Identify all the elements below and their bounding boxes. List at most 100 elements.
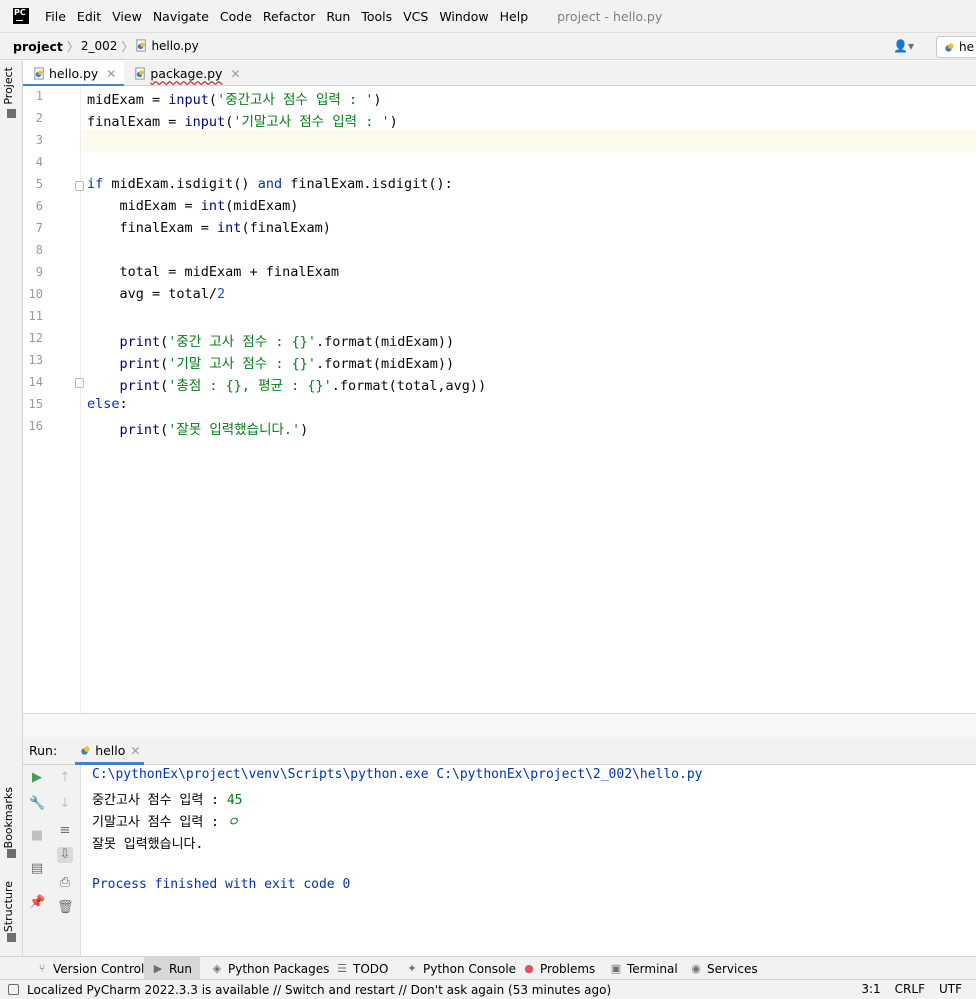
line-number: 14 [28,375,43,389]
run-label: Run: [29,743,58,758]
python-icon [81,746,90,755]
code-token: input [168,92,209,108]
bookmarks-tool-tab[interactable]: Bookmarks [2,787,15,848]
bottom-tool-bar: ⑂ Version Control ▶ Run ◈ Python Packages ☰ TOD… [0,956,976,980]
structure-tool-tab[interactable]: Structure [2,881,15,932]
user-account-icon[interactable]: 👤▾ [893,39,914,53]
branch-icon: ⑂ [38,962,46,975]
menu-tools[interactable]: Tools [361,9,392,24]
layout-icon[interactable]: ▤ [29,861,45,877]
run-toolbar-secondary: ↑ ↓ ≡ ⇩ ⎙ 🗑 [51,765,81,956]
code-token: ) [300,422,309,438]
stop-icon[interactable]: ■ [29,828,45,844]
menu-run[interactable]: Run [326,9,350,24]
menu-view[interactable]: View [112,9,142,24]
code-token: else [87,396,120,412]
breadcrumb: project 〉 2_002 〉 hello.py 👤▾ he [0,32,976,60]
wrench-icon[interactable]: 🔧 [29,796,45,812]
scroll-to-end-icon[interactable]: ⇩ [57,847,73,863]
python-file-icon [136,39,147,52]
console-input: 45 [226,793,243,808]
tab-hello-py[interactable]: hello.py ✕ [23,61,125,87]
code-token: finalExam = [87,114,185,130]
tab-package-py[interactable]: package.py ✕ [124,61,248,86]
fold-marker-icon[interactable] [75,378,84,388]
arrow-up-icon[interactable]: ↑ [57,770,73,786]
tool-run[interactable]: ▶ Run [144,957,201,980]
code-token: finalExam = [87,220,218,236]
tool-services[interactable]: ◉ Services [682,957,766,980]
fold-marker-icon[interactable] [75,181,84,191]
code-line: print('기말 고사 점수 : {}'.format(midExam)) [87,352,455,372]
tool-problems[interactable]: ● Problems [515,957,603,980]
notification-icon[interactable] [8,984,19,995]
breadcrumb-folder[interactable]: 2_002 [81,39,118,53]
code-line: print('총점 : {}, 평균 : {}'.format(total,av… [87,374,487,394]
menu-navigate[interactable]: Navigate [153,9,209,24]
menu-refactor[interactable]: Refactor [263,9,315,24]
caret-line-highlight [82,130,976,152]
tool-python-console[interactable]: ✦ Python Console [398,957,524,980]
code-line: finalExam = input('기말고사 점수 입력 : ') [87,110,398,130]
code-editor[interactable]: 1 2 3 4 5 6 7 8 9 10 11 12 13 14 15 16 midExam = input(… [23,86,976,713]
line-number: 8 [35,243,43,257]
file-encoding[interactable]: UTF [939,982,962,996]
menu-vcs[interactable]: VCS [403,9,428,24]
todo-icon: ☰ [337,962,347,975]
rerun-icon[interactable]: ▶ [29,770,45,786]
console-prompt: 기말고사 점수 입력 : [92,815,227,830]
menu-edit[interactable]: Edit [77,9,101,24]
menu-help[interactable]: Help [500,9,529,24]
code-token: ) [389,114,398,130]
close-icon[interactable]: ✕ [106,67,116,81]
menu-window[interactable]: Window [439,9,488,24]
console-line: 중간고사 점수 입력 : 45 [92,789,242,808]
pin-icon[interactable]: 📌 [29,895,45,911]
tool-python-packages[interactable]: ◈ Python Packages [203,957,337,980]
tool-label: Python Console [423,961,517,976]
line-number: 4 [35,155,43,169]
close-icon[interactable]: ✕ [130,744,140,758]
arrow-down-icon[interactable]: ↓ [57,796,73,812]
tool-label: TODO [353,961,389,976]
console-output: 잘못 입력했습니다. [92,837,204,852]
tool-label: Python Packages [228,961,330,976]
run-tool-header: Run: hello ✕ [23,737,976,765]
trash-icon[interactable]: 🗑 [57,900,74,916]
tool-version-control[interactable]: ⑂ Version Control [28,957,152,980]
soft-wrap-icon[interactable]: ≡ [57,823,73,839]
code-token: midExam = [87,198,201,214]
tool-terminal[interactable]: ▣ Terminal [602,957,686,980]
project-tool-tab[interactable]: Project [2,67,15,105]
tool-todo[interactable]: ☰ TODO [328,957,396,980]
breadcrumb-file[interactable]: hello.py [135,39,199,53]
menu-code[interactable]: Code [220,9,252,24]
console-line: 기말고사 점수 입력 : ㅇ [92,811,239,830]
cursor-position[interactable]: 3:1 [861,982,880,996]
code-token: midExam = [87,92,169,108]
code-line: else: [87,396,128,412]
status-message[interactable]: Localized PyCharm 2022.3.3 is available … [27,983,611,997]
code-token: print [119,378,161,394]
code-token: '기말고사 점수 입력 : ' [233,114,390,130]
run-config-selector[interactable]: he [936,36,976,58]
tool-label: Services [707,961,758,976]
menu-file[interactable]: File [45,9,66,24]
python-file-icon [34,67,44,80]
close-icon[interactable]: ✕ [230,67,240,81]
editor-tabs: hello.py ✕ package.py ✕ [23,61,976,87]
code-token: '중간 고사 점수 : {}' [168,334,316,350]
packages-icon: ◈ [212,962,222,975]
line-separator[interactable]: CRLF [895,982,925,996]
breadcrumb-project[interactable]: project [0,39,63,54]
code-token: print [119,356,161,372]
line-number: 3 [35,133,43,147]
code-token: '중간고사 점수 입력 : ' [217,92,374,108]
panel-splitter[interactable] [23,713,976,737]
print-icon[interactable]: ⎙ [57,875,73,891]
run-console[interactable]: C:\pythonEx\project\venv\Scripts\python.… [82,765,976,956]
run-tab-hello[interactable]: hello ✕ [75,737,145,765]
line-number: 13 [28,353,43,367]
